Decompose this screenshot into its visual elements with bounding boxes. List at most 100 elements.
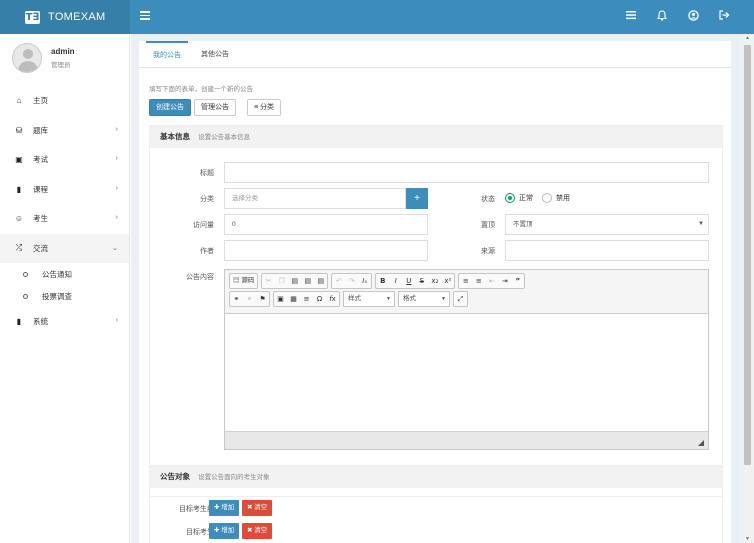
sidebar-item-system[interactable]: ▮ 系统 › — [0, 307, 129, 337]
underline-icon[interactable]: U — [402, 274, 415, 288]
logout-icon[interactable] — [718, 10, 730, 22]
brand-name: TOMEXAM — [48, 11, 106, 23]
sidebar-item-examinee[interactable]: ☺ 考生 › — [0, 204, 129, 234]
author-label: 作者 — [200, 248, 214, 255]
bold-icon[interactable]: B — [376, 274, 389, 288]
menu-toggle-icon[interactable] — [140, 11, 150, 21]
cut-icon[interactable]: ✂ — [262, 274, 275, 288]
user-icon: ☺ — [14, 214, 24, 224]
create-announcement-button[interactable]: 创建公告 — [149, 99, 191, 116]
sidebar-item-home[interactable]: ⌂ 主页 — [0, 86, 129, 116]
clear-label: 清空 — [254, 504, 268, 511]
omega-icon[interactable]: Ω — [313, 292, 326, 306]
brand[interactable]: T∃ TOMEXAM — [0, 0, 130, 34]
source-input[interactable] — [505, 240, 709, 261]
unlink-icon[interactable]: ⚭ — [243, 292, 256, 306]
clear-target-user-button[interactable]: ✖ 清空 — [242, 523, 273, 539]
content-label: 公告内容 — [186, 274, 214, 281]
scrollbar-thumb[interactable] — [744, 45, 751, 465]
bullet-list-icon[interactable]: ≡ — [472, 274, 485, 288]
style-select[interactable]: 样式 ▼ — [343, 291, 395, 307]
tab-my-announcements[interactable]: 我的公告 — [146, 41, 188, 67]
sidebar-subitem-announcements[interactable]: 公告通知 — [0, 263, 129, 285]
paste-icon[interactable]: ▤ — [288, 274, 301, 288]
outdent-icon[interactable]: ⇤ — [485, 274, 498, 288]
flag-icon[interactable]: ⚑ — [256, 292, 269, 306]
title-input[interactable] — [224, 162, 709, 183]
page-scrollbar[interactable]: ▲ ▼ — [741, 34, 754, 543]
sidebar-subitem-label: 公告通知 — [42, 269, 72, 279]
paste-text-icon[interactable]: ▤ — [301, 274, 314, 288]
radio-checked-icon — [505, 193, 515, 203]
avatar — [12, 42, 42, 73]
announcement-form-box: 我的公告 其他公告 填写下面的表单，创建一个新的公告 创建公告 管理公告 ≡ 分… — [139, 41, 731, 543]
chevron-right-icon: › — [115, 317, 118, 324]
pin-select[interactable]: 不置顶 ▼ — [505, 214, 709, 235]
remove-format-icon[interactable]: Iₓ — [358, 274, 371, 288]
views-input[interactable]: 0 — [224, 214, 428, 235]
sidebar-item-course[interactable]: ▮ 课程 › — [0, 175, 129, 205]
sidebar-item-label: 题库 — [33, 125, 48, 135]
sidebar-item-communication[interactable]: ⤮ 交流 ⌄ — [0, 233, 129, 263]
paste-word-icon[interactable]: ▤ — [314, 274, 327, 288]
chevron-right-icon: › — [115, 125, 118, 133]
clear-label: 清空 — [254, 527, 268, 534]
category-input[interactable]: 选择分类 — [224, 188, 406, 209]
add-category-button[interactable]: + — [406, 188, 428, 209]
maximize-icon[interactable]: ⤢ — [454, 292, 467, 306]
editor-footer — [225, 431, 708, 449]
sidebar-subitem-votes[interactable]: 投票调查 — [0, 285, 129, 307]
pin-label: 置顶 — [481, 222, 495, 229]
source-button-label: 源码 — [241, 277, 255, 284]
author-input[interactable] — [224, 240, 428, 261]
sidebar-item-exam[interactable]: ▣ 考试 › — [0, 145, 129, 175]
image-icon[interactable]: ▣ — [274, 292, 287, 306]
strikethrough-icon[interactable]: S — [415, 274, 428, 288]
italic-icon[interactable]: I — [389, 274, 402, 288]
status-normal-label: 正常 — [519, 195, 533, 202]
add-target-group-button[interactable]: ✚ 增加 — [209, 500, 240, 516]
section-title: 公告对象 — [160, 472, 190, 481]
circle-icon — [23, 271, 28, 277]
manage-announcements-button[interactable]: 管理公告 — [194, 99, 236, 116]
user-icon[interactable] — [687, 10, 699, 22]
sidebar-item-label: 交流 — [33, 243, 48, 253]
editor-content-area[interactable] — [225, 314, 708, 431]
list-icon[interactable] — [625, 10, 637, 22]
indent-icon[interactable]: ⇥ — [498, 274, 511, 288]
horizontal-rule-icon[interactable]: ≡ — [300, 292, 313, 306]
copy-icon[interactable]: ❐ — [275, 274, 288, 288]
format-select-label: 格式 — [403, 295, 416, 302]
bell-icon[interactable] — [656, 10, 668, 22]
redo-icon[interactable]: ↷ — [345, 274, 358, 288]
sidebar-item-label: 考生 — [33, 214, 48, 224]
blockquote-icon[interactable]: ” — [511, 274, 524, 288]
undo-icon[interactable]: ↶ — [332, 274, 345, 288]
brand-logo: T∃ — [25, 10, 40, 24]
scroll-down-icon[interactable]: ▼ — [744, 536, 751, 542]
circle-icon — [23, 293, 28, 299]
table-icon[interactable]: ▦ — [287, 292, 300, 306]
subscript-icon[interactable]: x₂ — [428, 274, 441, 288]
add-target-user-button[interactable]: ✚ 增加 — [209, 523, 240, 539]
views-label: 访问量 — [193, 222, 214, 229]
content-area: 我的公告 其他公告 填写下面的表单，创建一个新的公告 创建公告 管理公告 ≡ 分… — [131, 34, 741, 543]
status-normal-radio[interactable]: 正常 — [505, 193, 533, 203]
numbered-list-icon[interactable]: ≡ — [459, 274, 472, 288]
formula-icon[interactable]: fx — [326, 292, 339, 306]
link-icon[interactable]: ⚭ — [230, 292, 243, 306]
chevron-right-icon: › — [115, 214, 118, 221]
form-hint: 填写下面的表单，创建一个新的公告 — [149, 86, 253, 93]
superscript-icon[interactable]: x² — [441, 274, 454, 288]
resize-handle-icon[interactable] — [698, 440, 704, 446]
chevron-right-icon: › — [115, 155, 118, 162]
format-select[interactable]: 格式 ▼ — [398, 291, 450, 307]
tab-other-announcements[interactable]: 其他公告 — [194, 41, 236, 67]
source-button[interactable]: ▤ 源码 — [230, 274, 257, 288]
sidebar-item-label: 主页 — [33, 96, 48, 106]
scroll-up-icon[interactable]: ▲ — [744, 35, 751, 41]
category-button[interactable]: ≡ 分类 — [247, 99, 282, 116]
status-disabled-radio[interactable]: 禁用 — [542, 193, 570, 203]
clear-target-group-button[interactable]: ✖ 清空 — [242, 500, 273, 516]
sidebar-item-question-bank[interactable]: ⛁ 题库 › — [0, 116, 129, 146]
